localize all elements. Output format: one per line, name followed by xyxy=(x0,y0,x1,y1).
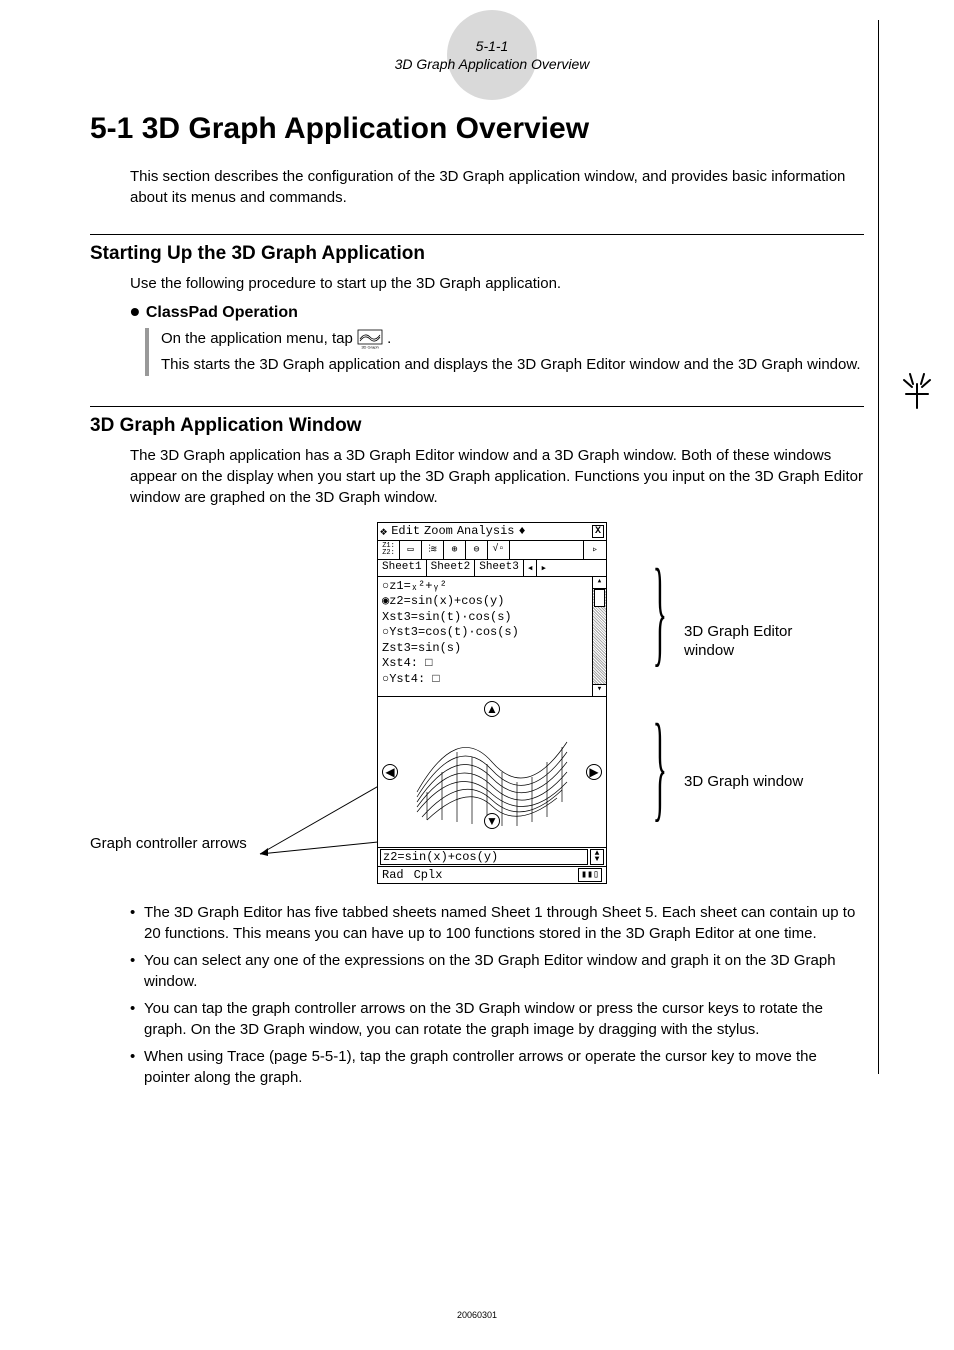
graph-window-label: 3D Graph window xyxy=(684,772,834,792)
toolbar-spacer xyxy=(510,541,584,559)
formula-bar: z2=sin(x)+cos(y) ▲▼ xyxy=(378,847,606,867)
tab-sheet1[interactable]: Sheet1 xyxy=(378,560,427,576)
section2-lead: The 3D Graph application has a 3D Graph … xyxy=(130,445,864,508)
note-item: When using Trace (page 5-5-1), tap the g… xyxy=(130,1046,864,1088)
graph-controller-up-icon[interactable]: ▲ xyxy=(484,701,500,717)
step1-text-pre: On the application menu, tap xyxy=(161,330,357,347)
graph-controller-down-icon[interactable]: ▼ xyxy=(484,813,500,829)
3d-graph-app-icon: 3D Graph xyxy=(357,329,383,349)
scroll-thumb[interactable] xyxy=(594,589,605,607)
intro-paragraph: This section describes the configuration… xyxy=(130,166,864,208)
header-page-number: 5-1-1 xyxy=(90,20,894,54)
tab-scroll-left-icon[interactable]: ◂ xyxy=(524,560,538,576)
app-menu-icon[interactable]: ❖ xyxy=(380,524,387,539)
note-item: You can tap the graph controller arrows … xyxy=(130,998,864,1040)
editor-line: ○Yst4: □ xyxy=(382,672,604,688)
status-rad: Rad xyxy=(382,868,404,882)
menu-analysis[interactable]: Analysis xyxy=(457,524,515,538)
toolbar-window-icon[interactable]: ▭ xyxy=(400,541,422,559)
formula-stepper[interactable]: ▲▼ xyxy=(590,849,604,865)
tab-sheet2[interactable]: Sheet2 xyxy=(427,560,476,576)
section2-heading: 3D Graph Application Window xyxy=(90,415,894,437)
formula-display: z2=sin(x)+cos(y) xyxy=(380,849,588,865)
header-subtitle: 3D Graph Application Overview xyxy=(90,56,894,72)
scroll-up-icon[interactable]: ▴ xyxy=(593,577,606,589)
page-title: 5-1 3D Graph Application Overview xyxy=(90,112,894,146)
section1-lead: Use the following procedure to start up … xyxy=(130,273,864,294)
page-header: 5-1-1 3D Graph Application Overview xyxy=(90,20,894,72)
editor-line: ◉z2=sin(x)+cos(y) xyxy=(382,594,604,610)
menubar: ❖ Edit Zoom Analysis ♦ X xyxy=(378,523,606,541)
section-marker-icon xyxy=(900,370,934,415)
scroll-down-icon[interactable]: ▾ xyxy=(593,684,606,696)
leader-lines-left xyxy=(260,744,390,864)
tab-scroll-right-icon[interactable]: ▸ xyxy=(537,560,550,576)
editor-line: ○Yst3=cos(t)·cos(s) xyxy=(382,625,604,641)
notes-list: The 3D Graph Editor has five tabbed shee… xyxy=(130,902,864,1088)
classpad-operation-heading: ClassPad Operation xyxy=(130,304,894,322)
procedure-block: On the application menu, tap 3D Graph . … xyxy=(145,328,864,376)
toolbar-graph-icon[interactable]: ⫶≋ xyxy=(422,541,444,559)
toolbar-zfunc-icon[interactable]: Z1:Z2: xyxy=(378,541,400,559)
menu-zoom[interactable]: Zoom xyxy=(424,524,453,538)
brace-graph: } xyxy=(653,697,667,835)
graph-editor-window[interactable]: ○z1=ₓ²+ᵧ² ◉z2=sin(x)+cos(y) Xst3=sin(t)·… xyxy=(378,577,606,697)
classpad-screenshot: ❖ Edit Zoom Analysis ♦ X Z1:Z2: ▭ ⫶≋ ⊕ ⊖… xyxy=(377,522,607,884)
sheet-tabs: Sheet1 Sheet2 Sheet3 ◂ ▸ xyxy=(378,560,606,577)
svg-text:3D Graph: 3D Graph xyxy=(361,345,378,350)
graph-controller-right-icon[interactable]: ▶ xyxy=(586,764,602,780)
status-bar: Rad Cplx ▮▮▯ xyxy=(378,867,606,883)
procedure-step1: On the application menu, tap 3D Graph . xyxy=(161,328,864,350)
editor-line: Xst3=sin(t)·cos(s) xyxy=(382,610,604,626)
editor-line: Zst3=sin(s) xyxy=(382,641,604,657)
figure-area: Graph controller arrows ❖ Edit Zoom Anal… xyxy=(90,522,894,884)
footer-date: 20060301 xyxy=(0,1310,954,1320)
toolbar-zoomin-icon[interactable]: ⊕ xyxy=(444,541,466,559)
note-item: You can select any one of the expression… xyxy=(130,950,864,992)
menu-edit[interactable]: Edit xyxy=(391,524,420,538)
step1-text-post: . xyxy=(387,330,391,347)
graph-window[interactable]: ▲ ▼ ◀ ▶ xyxy=(378,697,606,847)
note-item: The 3D Graph Editor has five tabbed shee… xyxy=(130,902,864,944)
status-cplx: Cplx xyxy=(414,868,443,882)
close-icon[interactable]: X xyxy=(592,525,604,538)
menu-diamond[interactable]: ♦ xyxy=(518,524,525,538)
tab-sheet3[interactable]: Sheet3 xyxy=(475,560,524,576)
toolbar-zoomout-icon[interactable]: ⊖ xyxy=(466,541,488,559)
section-divider xyxy=(90,234,864,235)
editor-scrollbar[interactable]: ▴ ▾ xyxy=(592,577,606,696)
toolbar-sqrt-icon[interactable]: √▫ xyxy=(488,541,510,559)
battery-icon: ▮▮▯ xyxy=(578,868,602,882)
graph-controller-left-icon[interactable]: ◀ xyxy=(382,764,398,780)
toolbar-more-icon[interactable]: ▹ xyxy=(584,541,606,559)
procedure-step2: This starts the 3D Graph application and… xyxy=(161,354,864,376)
editor-line: ○z1=ₓ²+ᵧ² xyxy=(382,579,604,595)
section1-heading: Starting Up the 3D Graph Application xyxy=(90,243,894,265)
editor-window-label: 3D Graph Editor window xyxy=(684,622,834,661)
section-divider-2 xyxy=(90,406,864,407)
toolbar: Z1:Z2: ▭ ⫶≋ ⊕ ⊖ √▫ ▹ xyxy=(378,541,606,560)
editor-line: Xst4: □ xyxy=(382,656,604,672)
controller-arrows-label: Graph controller arrows xyxy=(90,834,247,854)
brace-editor: } xyxy=(653,542,667,680)
